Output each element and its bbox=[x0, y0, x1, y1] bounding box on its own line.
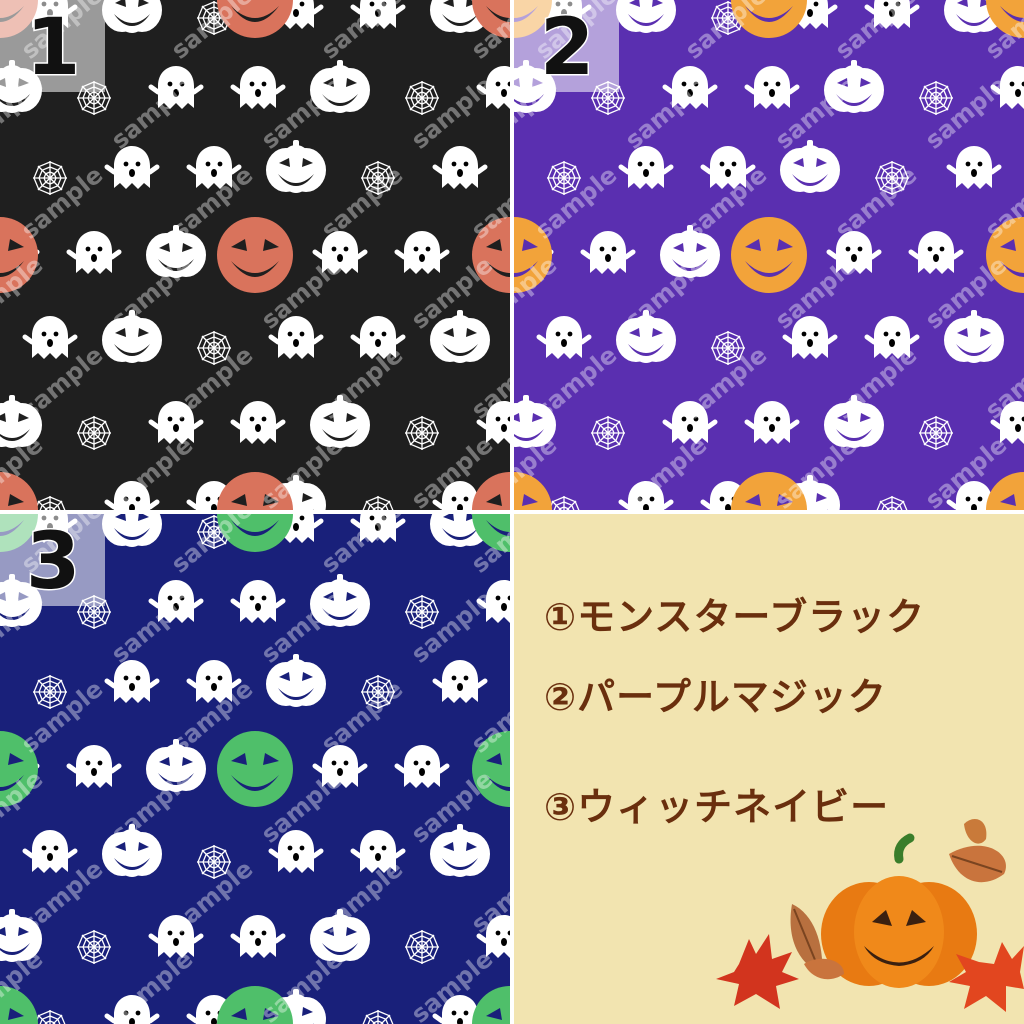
pumpkin-icon bbox=[102, 0, 162, 33]
maple-leaf-icon bbox=[716, 934, 799, 1009]
panel-number: 3 bbox=[24, 516, 81, 609]
spiderweb-icon bbox=[77, 930, 111, 964]
pattern-panel-purple-magic: sample sample sample sample sample sample samp… bbox=[514, 0, 1024, 510]
pumpkin-icon bbox=[102, 514, 162, 547]
dried-leaf-icon bbox=[964, 819, 987, 844]
legend-item-1: ①モンスターブラック bbox=[544, 595, 926, 639]
autumn-pumpkin-decoration bbox=[716, 819, 1024, 1012]
pumpkin-icon bbox=[731, 217, 807, 293]
panel-number: 1 bbox=[24, 2, 81, 95]
legend-panel: ①モンスターブラック ②パープルマジック ③ウィッチネイビー bbox=[514, 514, 1024, 1024]
spiderweb-icon bbox=[77, 416, 111, 450]
dried-leaf-icon bbox=[949, 845, 1006, 883]
panel-number: 2 bbox=[538, 2, 595, 95]
pattern-panel-witch-navy: sample sample sample sample sample sample samp… bbox=[0, 514, 510, 1024]
panel-number-badge: 1 bbox=[0, 0, 105, 95]
pattern-panel-monster-black: sample sample sample sample sample sample samp… bbox=[0, 0, 510, 510]
spiderweb-icon bbox=[405, 416, 439, 450]
pumpkin-icon bbox=[616, 0, 676, 33]
spiderweb-icon bbox=[919, 416, 953, 450]
pumpkin-icon bbox=[217, 217, 293, 293]
legend-item-2: ②パープルマジック bbox=[544, 675, 887, 719]
panel-number-badge: 2 bbox=[514, 0, 619, 95]
spiderweb-icon bbox=[591, 416, 625, 450]
spiderweb-icon bbox=[405, 930, 439, 964]
panel-number-badge: 3 bbox=[0, 514, 105, 609]
pumpkin-icon bbox=[217, 731, 293, 807]
